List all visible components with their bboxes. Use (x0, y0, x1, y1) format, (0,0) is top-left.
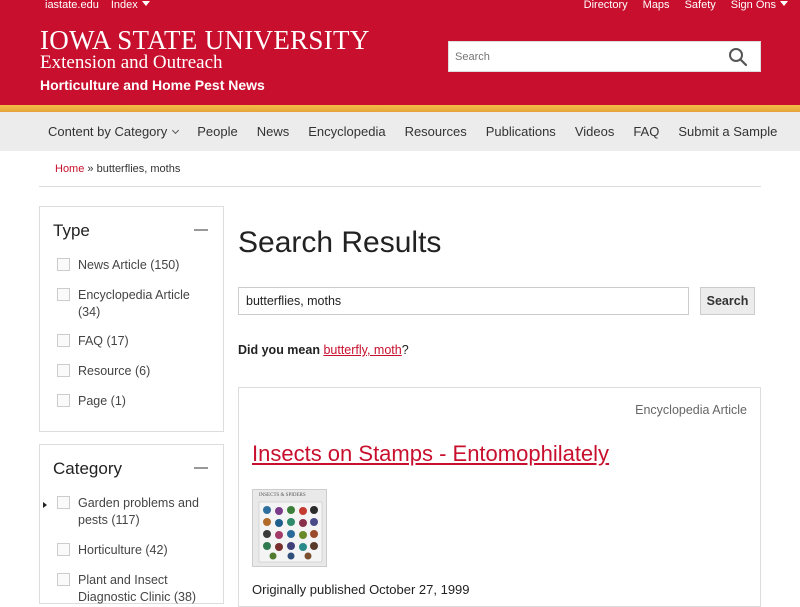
site-header: IOWA STATE UNIVERSITY Extension and Outr… (0, 15, 800, 105)
facet-checkbox[interactable] (57, 394, 70, 407)
facet-checkbox[interactable] (57, 334, 70, 347)
did-you-mean: Did you mean butterfly, moth? (238, 343, 409, 357)
search-result: Encyclopedia Article Insects on Stamps -… (238, 387, 761, 607)
utility-links-right: Directory Maps Safety Sign Ons (584, 0, 788, 11)
breadcrumb-home[interactable]: Home (55, 163, 84, 175)
chevron-down-icon (172, 126, 180, 135)
search-icon[interactable] (728, 47, 748, 67)
safety-link[interactable]: Safety (685, 0, 716, 11)
published-date: Originally published October 27, 1999 (252, 582, 470, 597)
index-menu[interactable]: Index (111, 0, 150, 11)
nav-resources[interactable]: Resources (405, 124, 467, 139)
facet-checkbox[interactable] (57, 258, 70, 271)
nav-news[interactable]: News (257, 124, 290, 139)
facet-title: Type (53, 221, 90, 240)
result-title-link[interactable]: Insects on Stamps - Entomophilately (252, 441, 609, 467)
university-wordmark[interactable]: IOWA STATE UNIVERSITY (40, 27, 370, 54)
site-search (448, 41, 761, 72)
page-title: Search Results (238, 226, 442, 259)
utility-bar: iastate.edu Index Directory Maps Safety … (0, 0, 800, 15)
collapse-icon[interactable] (194, 467, 208, 469)
index-label: Index (110, 0, 138, 11)
gold-accent-bar (0, 105, 800, 112)
facet-checkbox[interactable] (57, 496, 70, 509)
facet-option-label[interactable]: Garden problems and pests (117) (78, 495, 213, 529)
nav-submit-sample[interactable]: Submit a Sample (678, 124, 777, 139)
breadcrumb-current: butterflies, moths (96, 163, 181, 175)
facet-checkbox[interactable] (57, 573, 70, 586)
facet-checkbox[interactable] (57, 543, 70, 556)
breadcrumb-separator: » (87, 163, 94, 175)
stamp-sheet-image (258, 501, 323, 563)
breadcrumb: Home » butterflies, moths (55, 163, 180, 175)
suggestion-link[interactable]: butterfly, moth (323, 343, 401, 357)
sign-ons-label: Sign Ons (730, 0, 776, 11)
category-facet: Category Garden problems and pests (117)… (39, 444, 224, 604)
nav-content-by-category[interactable]: Content by Category (48, 124, 180, 139)
result-type-label: Encyclopedia Article (635, 403, 747, 417)
nav-videos[interactable]: Videos (575, 124, 615, 139)
facet-checkbox[interactable] (57, 288, 70, 301)
chevron-down-icon (780, 1, 788, 6)
nav-people[interactable]: People (197, 124, 237, 139)
directory-link[interactable]: Directory (584, 0, 628, 11)
site-search-input[interactable] (449, 42, 709, 71)
facet-checkbox[interactable] (57, 364, 70, 377)
result-thumbnail[interactable]: INSECTS & SPIDERS (252, 489, 327, 567)
facet-title: Category (53, 459, 122, 478)
divider (39, 186, 761, 187)
suggestion-suffix: ? (401, 343, 409, 357)
query-input[interactable] (238, 287, 689, 315)
facet-option-label[interactable]: Page (1) (78, 393, 213, 410)
facet-option-label[interactable]: Horticulture (42) (78, 542, 213, 559)
maps-link[interactable]: Maps (643, 0, 670, 11)
iastate-link[interactable]: iastate.edu (45, 0, 99, 11)
search-button[interactable]: Search (700, 287, 755, 315)
chevron-down-icon (141, 1, 150, 6)
utility-links-left: iastate.edu Index (45, 0, 150, 11)
facet-option-label[interactable]: FAQ (17) (78, 333, 213, 350)
extension-subbrand[interactable]: Extension and Outreach (40, 53, 223, 73)
main-nav: Content by Category People News Encyclop… (0, 112, 800, 151)
nav-publications[interactable]: Publications (486, 124, 556, 139)
facet-option-label[interactable]: News Article (150) (78, 257, 213, 274)
facet-option-label[interactable]: Plant and Insect Diagnostic Clinic (38) (78, 572, 213, 606)
nav-encyclopedia[interactable]: Encyclopedia (308, 124, 385, 139)
nav-label: Content by Category (48, 124, 168, 139)
facet-option-label[interactable]: Encyclopedia Article (34) (78, 287, 213, 321)
did-you-mean-label: Did you mean (238, 343, 320, 357)
site-name[interactable]: Horticulture and Home Pest News (40, 77, 265, 93)
nav-faq[interactable]: FAQ (633, 124, 659, 139)
collapse-icon[interactable] (194, 229, 208, 231)
sign-ons-menu[interactable]: Sign Ons (731, 0, 788, 11)
facet-option-label[interactable]: Resource (6) (78, 363, 213, 380)
expand-arrow-icon[interactable] (43, 502, 47, 508)
type-facet: Type News Article (150) Encyclopedia Art… (39, 206, 224, 432)
